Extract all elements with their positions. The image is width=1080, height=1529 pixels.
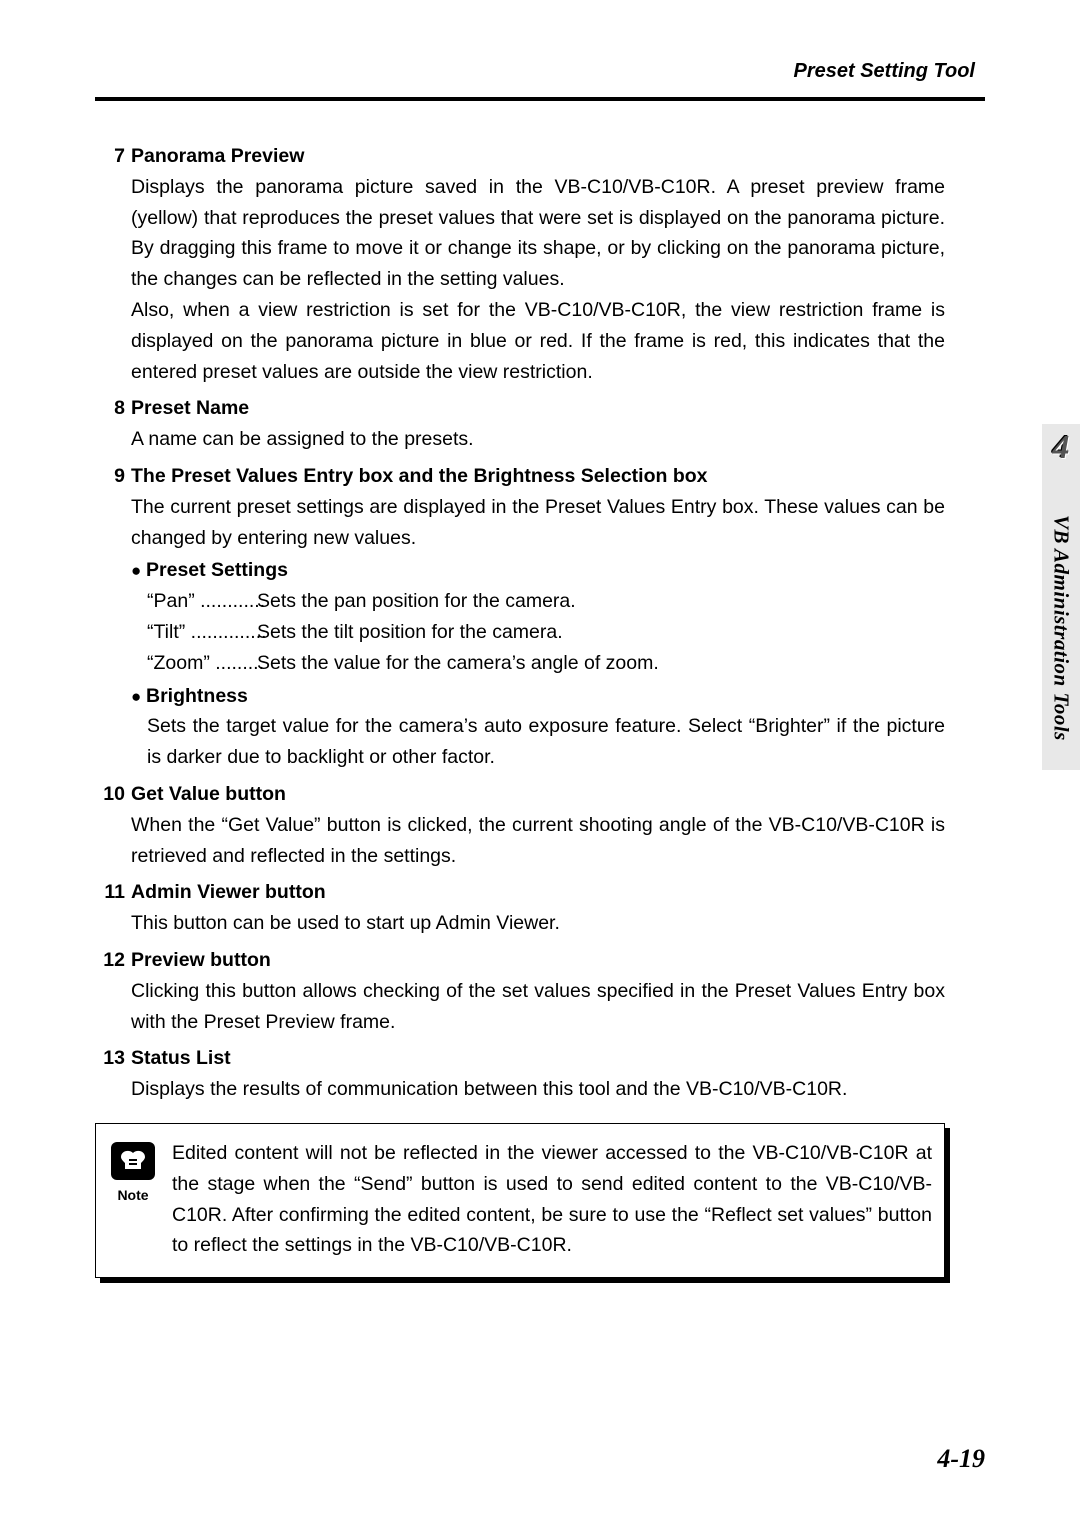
note-icon	[111, 1142, 155, 1180]
section-paragraph: Clicking this button allows checking of …	[131, 976, 945, 1038]
note-label: Note	[117, 1184, 148, 1206]
chapter-number: 4	[1053, 429, 1070, 467]
section-8: 8 Preset Name A name can be assigned to …	[95, 393, 945, 455]
side-label: VB Administration Tools	[1049, 515, 1074, 741]
preset-settings-list: “Pan” ............ Sets the pan position…	[131, 586, 945, 678]
section-number: 10	[95, 779, 131, 871]
section-7: 7 Panorama Preview Displays the panorama…	[95, 141, 945, 387]
section-title: Get Value button	[131, 779, 945, 810]
note-text: Edited content will not be reflected in …	[172, 1138, 932, 1261]
setting-desc: Sets the value for the camera’s angle of…	[257, 648, 945, 679]
brightness-body: Sets the target value for the camera’s a…	[131, 711, 945, 773]
side-label-wrap: VB Administration Tools	[1042, 498, 1080, 758]
content: 7 Panorama Preview Displays the panorama…	[95, 141, 985, 1278]
section-title: Preview button	[131, 945, 945, 976]
section-13: 13 Status List Displays the results of c…	[95, 1043, 945, 1105]
setting-desc: Sets the pan position for the camera.	[257, 586, 945, 617]
side-tab: 4 VB Administration Tools	[1042, 430, 1080, 770]
section-12: 12 Preview button Clicking this button a…	[95, 945, 945, 1037]
section-title: The Preset Values Entry box and the Brig…	[131, 461, 945, 492]
section-paragraph: The current preset settings are displaye…	[131, 492, 945, 554]
section-number: 13	[95, 1043, 131, 1105]
section-paragraph: This button can be used to start up Admi…	[131, 908, 945, 939]
brightness-heading: Brightness	[131, 681, 945, 712]
section-title: Admin Viewer button	[131, 877, 945, 908]
section-9: 9 The Preset Values Entry box and the Br…	[95, 461, 945, 773]
section-number: 12	[95, 945, 131, 1037]
section-number: 7	[95, 141, 131, 387]
section-paragraph: Displays the results of communication be…	[131, 1074, 945, 1105]
section-paragraph: When the “Get Value” button is clicked, …	[131, 810, 945, 872]
section-11: 11 Admin Viewer button This button can b…	[95, 877, 945, 939]
section-number: 9	[95, 461, 131, 773]
setting-tilt: “Tilt” .............. Sets the tilt posi…	[147, 617, 945, 648]
setting-label: “Pan” ............	[147, 586, 257, 617]
section-paragraph: Also, when a view restriction is set for…	[131, 295, 945, 387]
header-rule	[95, 97, 985, 101]
chapter-badge: 4	[1042, 424, 1080, 472]
setting-desc: Sets the tilt position for the camera.	[257, 617, 945, 648]
section-10: 10 Get Value button When the “Get Value”…	[95, 779, 945, 871]
section-number: 11	[95, 877, 131, 939]
section-paragraph: A name can be assigned to the presets.	[131, 424, 945, 455]
note-icon-column: Note	[108, 1138, 158, 1261]
page: Preset Setting Tool 4 VB Administration …	[0, 0, 1080, 1529]
section-title: Panorama Preview	[131, 141, 945, 172]
section-number: 8	[95, 393, 131, 455]
preset-settings-heading: Preset Settings	[131, 555, 945, 586]
setting-label: “Zoom” .........	[147, 648, 257, 679]
page-number: 4-19	[937, 1444, 985, 1474]
setting-label: “Tilt” ..............	[147, 617, 257, 648]
note-box: Note Edited content will not be reflecte…	[95, 1123, 945, 1278]
section-paragraph: Displays the panorama picture saved in t…	[131, 172, 945, 295]
header-title: Preset Setting Tool	[95, 60, 985, 83]
section-title: Status List	[131, 1043, 945, 1074]
setting-pan: “Pan” ............ Sets the pan position…	[147, 586, 945, 617]
section-title: Preset Name	[131, 393, 945, 424]
setting-zoom: “Zoom” ......... Sets the value for the …	[147, 648, 945, 679]
